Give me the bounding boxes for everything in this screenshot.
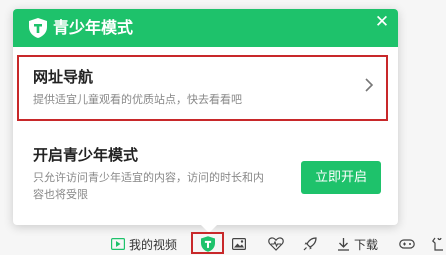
health-button[interactable]	[268, 233, 284, 255]
teen-mode-title: 开启青少年模式	[33, 146, 139, 164]
close-button[interactable]: ✕	[374, 12, 390, 32]
heartbeat-icon	[268, 237, 284, 251]
teen-mode-description: 只允许访问青少年适宜的内容，访问的时长和内容也将受限	[33, 171, 264, 201]
close-icon: ✕	[374, 12, 390, 32]
popup-title: 青少年模式	[53, 18, 134, 37]
download-icon	[338, 238, 349, 251]
shield-icon	[201, 236, 215, 252]
my-videos-label: 我的视频	[129, 237, 178, 252]
web-navigation-card[interactable]: 网址导航 提供适宜儿童观看的优质站点，快去看看吧	[17, 55, 388, 121]
rocket-icon	[303, 237, 317, 251]
shield-icon	[29, 18, 47, 38]
skin-icon	[432, 237, 443, 251]
gamepad-icon	[399, 239, 415, 249]
teen-mode-popup: 青少年模式 ✕ 网址导航 提供适宜儿童观看的优质站点，快去看看吧 开启青少年模式…	[13, 9, 398, 233]
download-label: 下载	[354, 237, 379, 252]
chevron-right-icon	[365, 78, 374, 92]
popup-header: 青少年模式 ✕	[13, 9, 398, 47]
enable-teen-mode-button[interactable]: 立即开启	[301, 161, 381, 194]
speedup-button[interactable]	[303, 233, 317, 255]
play-icon	[111, 238, 125, 250]
image-icon	[232, 238, 246, 250]
image-button[interactable]	[232, 233, 246, 255]
download-button[interactable]: 下载	[337, 233, 378, 255]
game-button[interactable]	[399, 233, 415, 255]
web-navigation-title: 网址导航	[33, 68, 94, 86]
web-navigation-description: 提供适宜儿童观看的优质站点，快去看看吧	[33, 93, 242, 106]
teen-mode-toolbar-button[interactable]	[191, 232, 224, 254]
skin-button[interactable]	[432, 233, 444, 255]
my-videos-button[interactable]: 我的视频	[111, 233, 177, 255]
